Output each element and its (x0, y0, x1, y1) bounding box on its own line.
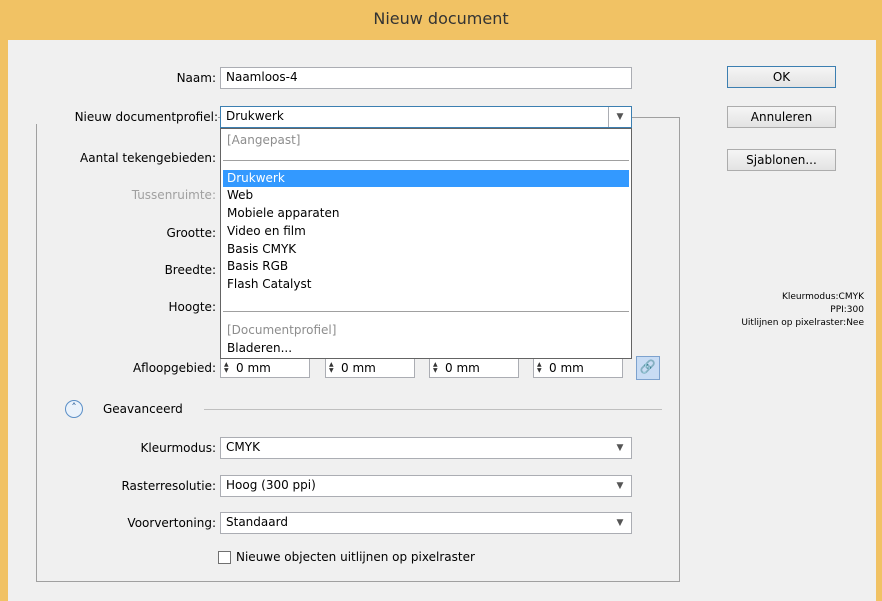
preview-value: Standaard (226, 515, 288, 529)
dropdown-item-drukwerk[interactable]: Drukwerk (223, 170, 629, 187)
spinner-arrows-icon[interactable]: ▲ ▼ (433, 362, 442, 374)
profile-select[interactable]: Drukwerk ▼ (220, 106, 632, 128)
raster-resolution-select[interactable]: Hoog (300 ppi) ▼ (220, 475, 632, 497)
dropdown-item-rgb[interactable]: Basis RGB (223, 258, 629, 275)
color-mode-label: Kleurmodus: (140, 441, 216, 455)
dropdown-item-video[interactable]: Video en film (223, 223, 629, 240)
bleed-label: Afloopgebied: (132, 361, 216, 375)
spacing-label: Tussenruimte: (131, 188, 216, 202)
link-icon[interactable]: 🔗 (636, 356, 660, 380)
chevron-down-icon[interactable]: ▼ (609, 438, 631, 458)
spinner-arrows-icon[interactable]: ▲ ▼ (329, 362, 338, 374)
dropdown-item-mobile[interactable]: Mobiele apparaten (223, 205, 629, 222)
spinner-arrows-icon[interactable]: ▲ ▼ (224, 362, 233, 374)
height-label: Hoogte: (168, 300, 216, 314)
profile-select-value: Drukwerk (226, 109, 284, 123)
chevron-down-icon[interactable]: ▼ (608, 107, 631, 127)
dropdown-item-web[interactable]: Web (223, 187, 629, 204)
align-pixel-grid-label[interactable]: Nieuwe objecten uitlijnen op pixelraster (236, 550, 475, 564)
info-color-mode: Kleurmodus:CMYK (781, 292, 864, 302)
title-bar: Nieuw document (0, 0, 882, 40)
cancel-button[interactable]: Annuleren (727, 106, 836, 128)
templates-button[interactable]: Sjablonen... (727, 149, 836, 171)
dropdown-item-document-profile[interactable]: [Documentprofiel] (223, 322, 629, 339)
window-right-border (876, 40, 882, 601)
spinner-arrows-icon[interactable]: ▲ ▼ (537, 362, 546, 374)
raster-resolution-label: Rasterresolutie: (121, 479, 216, 493)
info-pixel-align: Uitlijnen op pixelraster:Nee (741, 318, 864, 328)
name-label: Naam: (176, 71, 216, 85)
window-left-border (0, 40, 8, 601)
chevron-down-icon[interactable]: ▼ (609, 476, 631, 496)
name-input[interactable]: Naamloos-4 (220, 67, 632, 89)
collapse-advanced-icon[interactable]: ˄ (65, 400, 83, 418)
profile-label: Nieuw documentprofiel: (36, 110, 218, 124)
align-pixel-grid-checkbox[interactable] (218, 551, 231, 564)
bleed-right-input[interactable]: ▲ ▼ 0 mm (533, 358, 623, 378)
dialog-title: Nieuw document (373, 9, 509, 28)
width-label: Breedte: (164, 263, 216, 277)
color-mode-select[interactable]: CMYK ▼ (220, 437, 632, 459)
ok-button[interactable]: OK (727, 66, 836, 88)
color-mode-value: CMYK (226, 440, 260, 454)
dropdown-separator (223, 311, 629, 312)
bleed-top-input[interactable]: ▲ ▼ 0 mm (220, 358, 310, 378)
bleed-bottom-input[interactable]: ▲ ▼ 0 mm (325, 358, 415, 378)
dropdown-separator (223, 160, 629, 161)
bleed-left-input[interactable]: ▲ ▼ 0 mm (429, 358, 519, 378)
preview-select[interactable]: Standaard ▼ (220, 512, 632, 534)
profile-dropdown-list: [Aangepast] Drukwerk Web Mobiele apparat… (220, 128, 632, 359)
dropdown-item-flash-catalyst[interactable]: Flash Catalyst (223, 276, 629, 293)
preview-label: Voorvertoning: (127, 516, 216, 530)
advanced-section-title: Geavanceerd (103, 402, 183, 416)
advanced-divider (204, 409, 662, 410)
artboards-label: Aantal tekengebieden: (80, 151, 216, 165)
raster-resolution-value: Hoog (300 ppi) (226, 478, 316, 492)
dropdown-item-cmyk[interactable]: Basis CMYK (223, 241, 629, 258)
info-ppi: PPI:300 (830, 305, 864, 315)
size-label: Grootte: (166, 226, 217, 240)
chevron-down-icon[interactable]: ▼ (609, 513, 631, 533)
dropdown-item-browse[interactable]: Bladeren... (223, 340, 629, 357)
dropdown-item-custom[interactable]: [Aangepast] (223, 132, 629, 149)
